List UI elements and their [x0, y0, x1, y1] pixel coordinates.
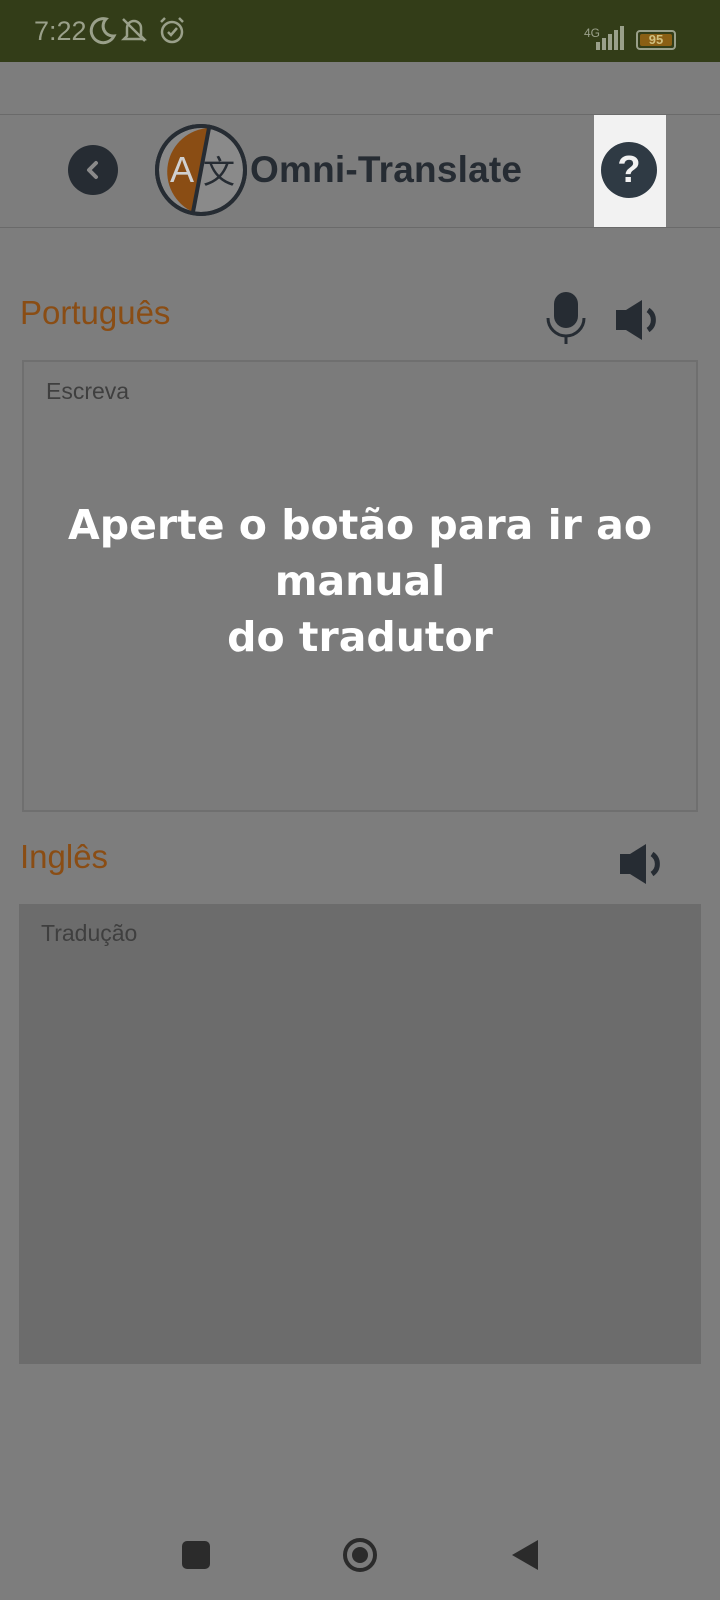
- recent-apps-icon[interactable]: [182, 1541, 210, 1569]
- speaker-icon[interactable]: [612, 298, 664, 342]
- speaker-icon[interactable]: [616, 842, 668, 886]
- alarm-icon: [160, 17, 184, 44]
- source-placeholder: Escreva: [46, 378, 130, 404]
- translation-output: Tradução: [19, 904, 701, 1364]
- bell-off-icon: [120, 18, 148, 42]
- status-bar: 7:22 4G 95: [0, 0, 720, 62]
- microphone-icon[interactable]: [540, 290, 592, 346]
- logo-glyph: 文: [203, 153, 236, 191]
- help-button[interactable]: ?: [601, 142, 657, 198]
- chevron-left-icon: [87, 161, 98, 179]
- battery-level: 95: [648, 32, 664, 47]
- signal-icon: [596, 26, 624, 50]
- app-title: Omni-Translate: [250, 149, 523, 190]
- back-triangle-icon[interactable]: [510, 1538, 540, 1572]
- question-icon: ?: [617, 148, 641, 191]
- translation-placeholder: Tradução: [41, 920, 138, 946]
- home-icon[interactable]: [342, 1537, 378, 1573]
- tutorial-message: Aperte o botão para ir ao manual do trad…: [10, 497, 710, 665]
- tutorial-message-line1: Aperte o botão para ir ao manual: [67, 501, 652, 605]
- status-time: 7:22: [34, 16, 87, 46]
- app-bar: A 文 Omni-Translate ?: [0, 114, 720, 228]
- battery-icon: 95: [636, 30, 676, 50]
- target-language-label: Inglês: [20, 838, 109, 875]
- tutorial-message-line2: do tradutor: [227, 613, 493, 661]
- moon-icon: [89, 17, 117, 45]
- back-button[interactable]: [68, 145, 118, 195]
- logo-letter: A: [170, 149, 195, 190]
- source-language-label: Português: [20, 294, 171, 331]
